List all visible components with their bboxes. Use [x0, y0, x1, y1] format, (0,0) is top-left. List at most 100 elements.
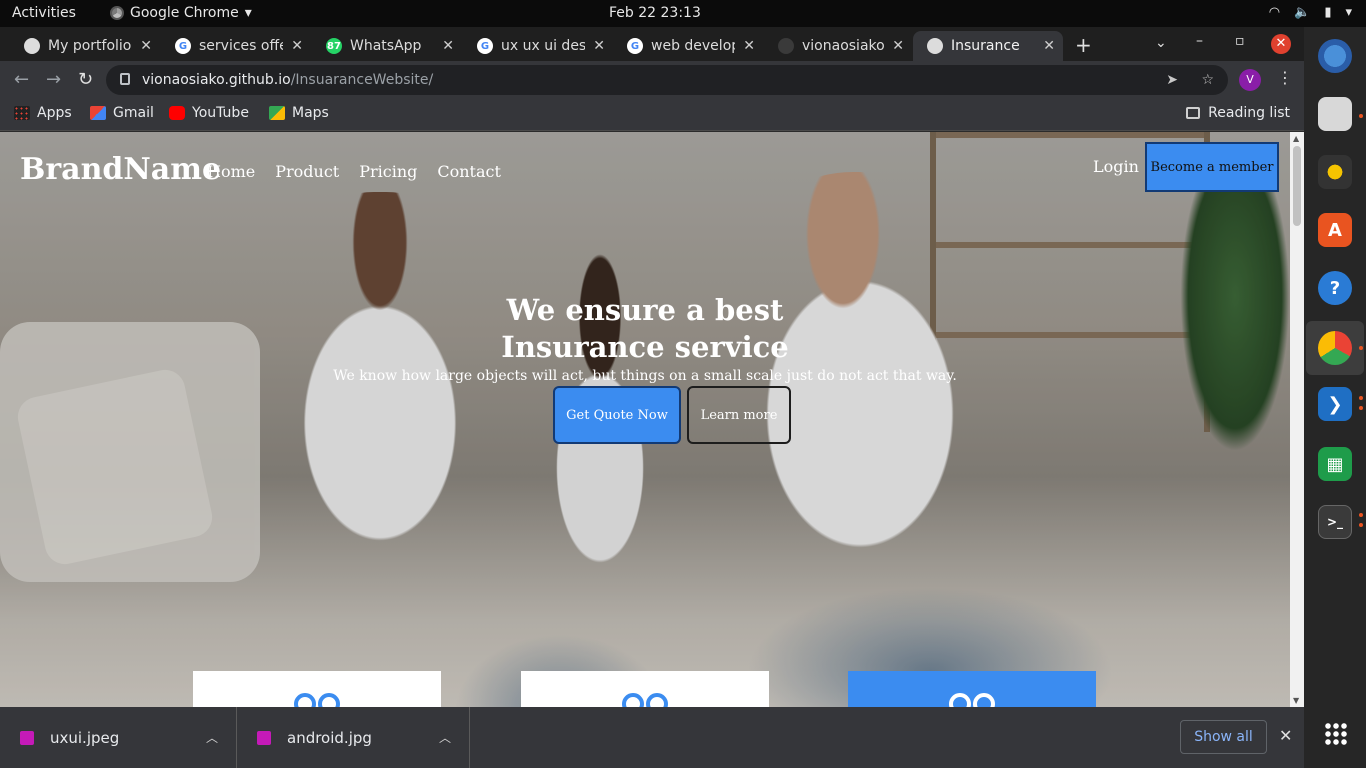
close-icon[interactable]: ✕ [291, 38, 303, 54]
feature-icon [620, 693, 670, 707]
bookmark-maps[interactable]: Maps [269, 105, 329, 121]
activities-button[interactable]: Activities [12, 5, 76, 21]
feature-icon [947, 693, 997, 707]
download-item[interactable]: android.jpg ︿ [237, 707, 470, 768]
forward-button[interactable]: → [46, 69, 61, 90]
star-icon[interactable]: ☆ [1201, 65, 1214, 95]
running-indicator [1359, 114, 1363, 118]
files-icon[interactable] [1318, 97, 1352, 131]
hero-subtitle: We know how large objects will act, but … [333, 368, 957, 384]
globe-icon [927, 38, 943, 54]
show-all-downloads-button[interactable]: Show all [1180, 720, 1267, 754]
window-close-button[interactable]: ✕ [1271, 34, 1291, 54]
tab-label: Insurance [951, 38, 1020, 54]
running-indicator [1359, 513, 1363, 517]
site-nav: Home Product Pricing Contact [207, 162, 501, 181]
reading-list-button[interactable]: Reading list [1186, 105, 1290, 121]
address-bar[interactable]: vionaosiako.github.io/InsuaranceWebsite/… [106, 65, 1228, 95]
tab-label: services offe [199, 38, 284, 54]
tab-label: web develop [651, 38, 736, 54]
terminal-icon[interactable]: >_ [1318, 505, 1352, 539]
close-icon[interactable]: ✕ [743, 38, 755, 54]
system-top-bar: Activities Google Chrome ▾ Feb 22 23:13 … [0, 0, 1366, 27]
chrome-dock-icon[interactable] [1318, 331, 1352, 365]
show-applications-icon[interactable] [1324, 722, 1348, 746]
tab-my-portfolio[interactable]: My portfolio ✕ [10, 31, 160, 61]
tab-insurance[interactable]: Insurance ✕ [913, 31, 1063, 61]
nav-home[interactable]: Home [207, 162, 255, 181]
back-button[interactable]: ← [14, 69, 29, 90]
close-icon[interactable]: ✕ [442, 38, 454, 54]
get-quote-button[interactable]: Get Quote Now [553, 386, 681, 444]
bookmark-youtube[interactable]: YouTube [169, 105, 249, 121]
volume-icon: 🔈 [1294, 5, 1311, 20]
github-icon [778, 38, 794, 54]
feature-card[interactable] [848, 671, 1096, 707]
feature-card[interactable] [521, 671, 769, 707]
close-icon[interactable]: ✕ [140, 38, 152, 54]
spreadsheet-icon[interactable]: ▦ [1318, 447, 1352, 481]
tab-github[interactable]: vionaosiako/ ✕ [764, 31, 912, 61]
close-icon[interactable]: ✕ [593, 38, 605, 54]
new-tab-button[interactable]: + [1075, 33, 1092, 57]
thunderbird-icon[interactable] [1318, 39, 1352, 73]
vscode-icon[interactable]: ❯ [1318, 387, 1352, 421]
app-menu[interactable]: Google Chrome ▾ [110, 5, 252, 21]
caret-down-icon: ▾ [1345, 5, 1352, 20]
close-icon[interactable]: ✕ [1043, 38, 1055, 54]
scroll-down-icon[interactable]: ▼ [1293, 696, 1299, 705]
scroll-up-icon[interactable]: ▲ [1293, 134, 1299, 143]
tab-whatsapp[interactable]: 87 WhatsApp ✕ [312, 31, 462, 61]
help-icon[interactable]: ? [1318, 271, 1352, 305]
nav-pricing[interactable]: Pricing [359, 162, 417, 181]
apps-grid-icon [14, 106, 30, 120]
tab-ux-ui[interactable]: G ux ux ui desi ✕ [463, 31, 613, 61]
rhythmbox-icon[interactable] [1318, 155, 1352, 189]
system-tray[interactable]: ◠ 🔈 ▮ ▾ [1269, 4, 1352, 22]
maps-icon [269, 106, 285, 120]
bookmark-apps[interactable]: Apps [14, 105, 72, 121]
tab-label: My portfolio [48, 38, 132, 54]
tab-services[interactable]: G services offe ✕ [161, 31, 311, 61]
become-member-button[interactable]: Become a member [1145, 142, 1279, 192]
tab-search-button[interactable]: ⌄ [1155, 35, 1167, 51]
chevron-up-icon[interactable]: ︿ [439, 729, 451, 746]
battery-icon: ▮ [1324, 5, 1332, 20]
running-indicator [1359, 406, 1363, 410]
bookmark-label: Gmail [113, 105, 154, 121]
nav-contact[interactable]: Contact [437, 162, 501, 181]
bookmarks-bar: Apps Gmail YouTube Maps Reading list [0, 99, 1304, 131]
reading-list-icon [1186, 107, 1201, 119]
maximize-button[interactable]: ▫ [1235, 33, 1245, 49]
software-store-icon[interactable]: A [1318, 213, 1352, 247]
hero-section: We ensure a best Insurance service We kn… [0, 292, 1290, 384]
feature-card[interactable] [193, 671, 441, 707]
bookmark-label: Maps [292, 105, 329, 121]
globe-icon [24, 38, 40, 54]
chevron-up-icon[interactable]: ︿ [206, 729, 218, 746]
lock-icon [120, 73, 130, 85]
profile-avatar[interactable]: V [1239, 69, 1261, 91]
clock[interactable]: Feb 22 23:13 [609, 5, 701, 21]
ubuntu-dock: A ? ❯ ▦ >_ [1304, 27, 1366, 768]
bookmark-gmail[interactable]: Gmail [90, 105, 154, 121]
close-icon[interactable]: ✕ [1279, 726, 1292, 745]
nav-product[interactable]: Product [275, 162, 339, 181]
reload-button[interactable]: ↻ [78, 69, 93, 90]
login-link[interactable]: Login [1093, 157, 1139, 176]
page-scrollbar[interactable]: ▲ ▼ [1290, 132, 1304, 707]
close-icon[interactable]: ✕ [892, 38, 904, 54]
tab-web-develop[interactable]: G web develop ✕ [613, 31, 763, 61]
google-icon: G [627, 38, 643, 54]
brand-logo[interactable]: BrandName [20, 152, 221, 187]
share-icon[interactable]: ➤ [1166, 65, 1178, 95]
hero-buttons: Get Quote Now Learn more [553, 386, 791, 444]
minimize-button[interactable]: – [1196, 33, 1203, 49]
url-path: /InsuaranceWebsite/ [290, 72, 434, 88]
menu-kebab-icon[interactable]: ⋮ [1277, 68, 1293, 87]
whatsapp-icon: 87 [326, 38, 342, 54]
scrollbar-thumb[interactable] [1293, 146, 1301, 226]
download-item[interactable]: uxui.jpeg ︿ [0, 707, 237, 768]
tab-label: WhatsApp [350, 38, 422, 54]
learn-more-button[interactable]: Learn more [687, 386, 791, 444]
